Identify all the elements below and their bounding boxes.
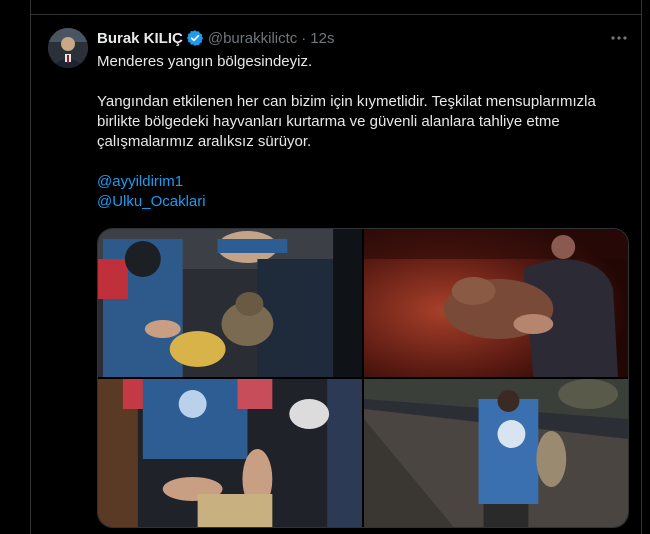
- separator-dot: ·: [301, 29, 307, 47]
- mention-link[interactable]: @ayyildirim1: [97, 173, 183, 190]
- photo-volunteer-walking-icon: [364, 379, 628, 527]
- media-photo-4[interactable]: [364, 379, 628, 527]
- media-grid: [97, 228, 629, 528]
- photo-night-carry-animal-icon: [364, 229, 628, 377]
- tweet-divider: [30, 14, 642, 15]
- tweet-paragraph: Menderes yangın bölgesindeyiz.: [97, 53, 313, 70]
- photo-feeding-cat-icon: [98, 379, 362, 527]
- media-photo-3[interactable]: [98, 379, 362, 527]
- more-options-icon[interactable]: [608, 30, 630, 46]
- media-photo-1[interactable]: [98, 229, 362, 377]
- tweet-header: Burak KILIÇ @burakkilictc · 12s: [97, 28, 334, 48]
- mention-link[interactable]: @Ulku_Ocaklari: [97, 193, 206, 210]
- verified-badge-icon: [186, 29, 204, 47]
- author-handle[interactable]: @burakkilictc: [208, 30, 297, 47]
- author-name[interactable]: Burak KILIÇ: [97, 30, 183, 47]
- photo-cat-rescue-icon: [98, 229, 362, 377]
- tweet-text: Menderes yangın bölgesindeyiz. Yangından…: [97, 52, 632, 212]
- media-photo-2[interactable]: [364, 229, 628, 377]
- tweet-paragraph: Yangından etkilenen her can bizim için k…: [97, 93, 596, 150]
- avatar[interactable]: [48, 28, 88, 68]
- timestamp[interactable]: 12s: [310, 30, 334, 47]
